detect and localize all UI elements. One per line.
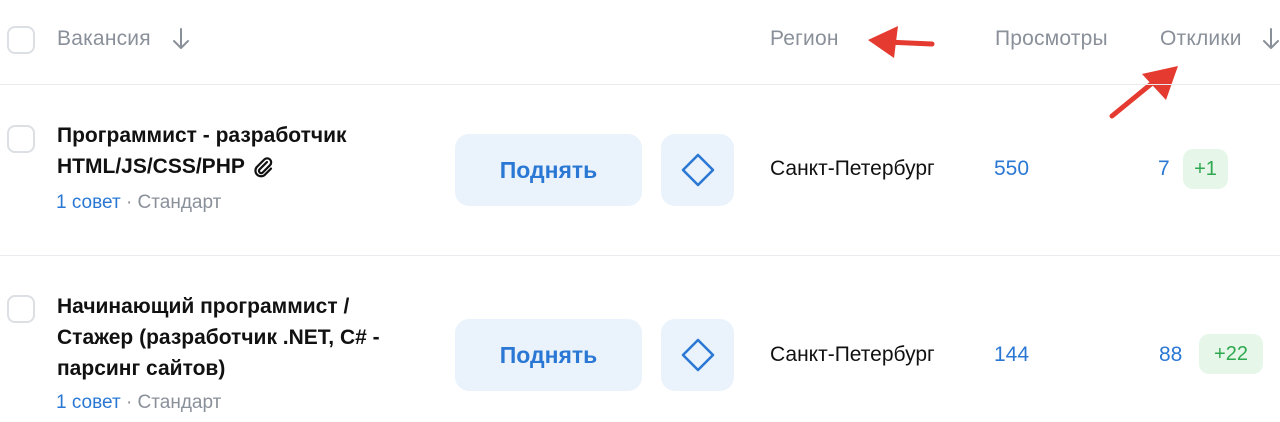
row-divider [0,255,1280,256]
responses-column-header[interactable]: Отклики [1160,27,1242,51]
vacancy-title-line: HTML/JS/CSS/PHP [57,155,245,178]
vacancy-meta: 1 совет · Стандарт [56,192,221,214]
views-count[interactable]: 550 [994,157,1029,181]
vacancy-title-link[interactable]: Начинающий программист / Стажер (разрабо… [57,291,417,384]
region-value: Санкт-Петербург [770,343,935,366]
vacancy-column-header[interactable]: Вакансия [57,27,151,51]
premium-button[interactable] [661,134,734,206]
arrow-down-icon[interactable] [1262,27,1280,51]
diamond-icon [681,338,714,372]
vacancy-title-line: Стажер (разработчик .NET, C# - [57,326,380,349]
responses-count[interactable]: 7 [1158,157,1170,181]
raise-button[interactable]: Поднять [455,134,642,206]
arrow-down-icon[interactable] [172,27,190,51]
advice-link[interactable]: 1 совет [56,192,121,213]
vacancy-meta: 1 совет · Стандарт [56,392,221,414]
responses-count[interactable]: 88 [1159,343,1182,367]
plan-label: Стандарт [137,392,222,413]
meta-separator: · [125,192,133,213]
new-responses-badge[interactable]: +22 [1199,334,1263,374]
row-checkbox[interactable] [7,125,35,153]
vacancy-title-line: парсинг сайтов) [57,357,226,380]
diamond-icon [681,153,714,187]
vacancy-title-line: Начинающий программист / [57,295,350,318]
vacancy-title-link[interactable]: Программист - разработчик HTML/JS/CSS/PH… [57,120,417,182]
red-arrow-annotation [868,26,935,58]
meta-separator: · [125,392,133,413]
row-checkbox[interactable] [7,295,35,323]
select-all-checkbox[interactable] [7,26,35,54]
region-column-header[interactable]: Регион [770,27,839,51]
premium-button[interactable] [661,319,734,391]
paperclip-icon [254,156,273,177]
views-count[interactable]: 144 [994,343,1029,367]
vacancy-title-line: Программист - разработчик [57,124,347,147]
views-column-header[interactable]: Просмотры [995,27,1108,51]
raise-button[interactable]: Поднять [455,319,642,391]
plan-label: Стандарт [137,192,222,213]
region-value: Санкт-Петербург [770,157,935,180]
red-arrow-annotation [1109,66,1178,119]
new-responses-badge[interactable]: +1 [1183,149,1228,189]
header-divider [0,84,1280,85]
advice-link[interactable]: 1 совет [56,392,121,413]
